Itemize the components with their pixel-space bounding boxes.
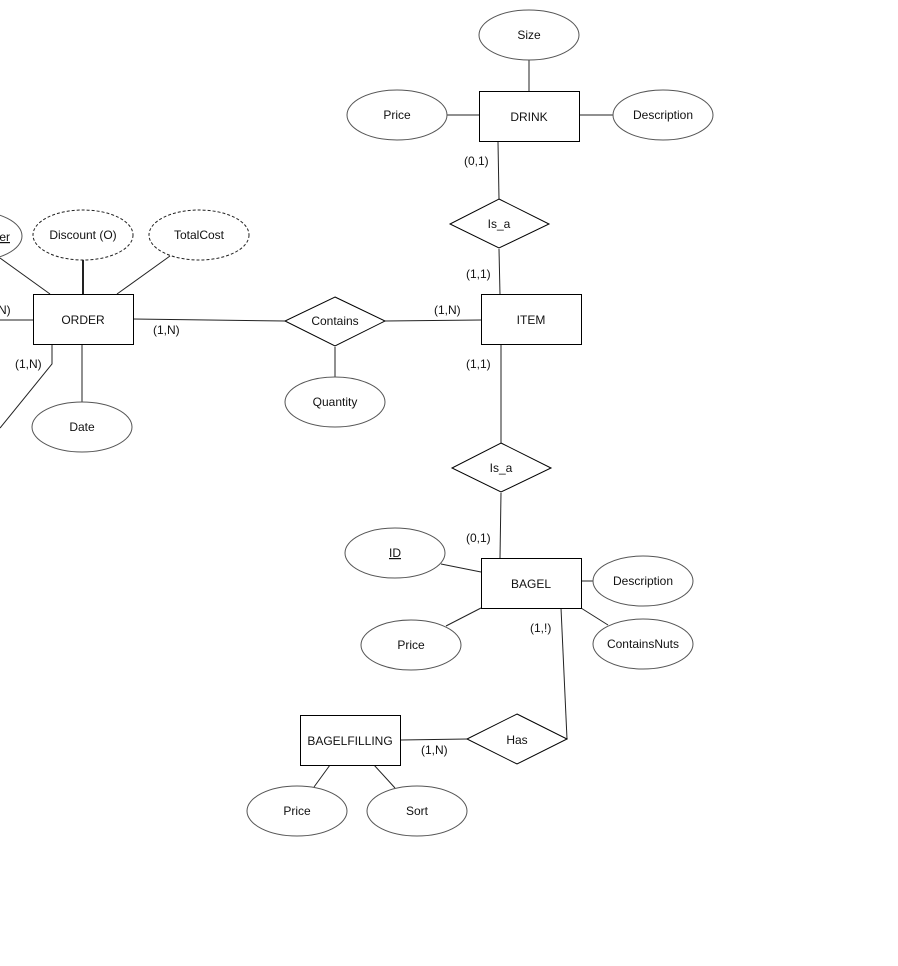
attribute-order-date[interactable]: Date	[31, 401, 133, 453]
attribute-order-discount-label: Discount (O)	[49, 228, 116, 242]
attribute-filling-price-label: Price	[283, 804, 311, 818]
entity-item-label: ITEM	[517, 313, 546, 327]
entity-bagelfilling[interactable]: BAGELFILLING	[300, 715, 401, 766]
edge-bagel-has	[560, 607, 568, 740]
attribute-bagel-containsnuts-label: ContainsNuts	[607, 637, 679, 651]
relationship-isa-bagel[interactable]: Is_a	[450, 442, 553, 493]
attribute-drink-description-label: Description	[633, 108, 693, 122]
attribute-drink-description[interactable]: Description	[612, 89, 714, 141]
attribute-order-totalcost[interactable]: TotalCost	[148, 209, 250, 261]
er-diagram-canvas: ORDER ITEM DRINK BAGEL BAGELFILLING Cont…	[0, 9, 714, 837]
cardinality-order-contains: (1,N)	[153, 323, 180, 337]
entity-order-label: ORDER	[61, 313, 105, 327]
edge-bagel-price	[445, 607, 482, 627]
attribute-order-discount[interactable]: Discount (O)	[32, 209, 134, 261]
attribute-bagel-price[interactable]: Price	[360, 619, 462, 671]
edge-contains-item	[384, 319, 482, 322]
cardinality-item-isa-drink: (1,1)	[466, 267, 491, 281]
edge-filling-sort	[373, 764, 396, 789]
attribute-bagel-description-label: Description	[613, 574, 673, 588]
attribute-bagel-id[interactable]: ID	[344, 527, 446, 579]
attribute-contains-quantity-label: Quantity	[313, 395, 358, 409]
attribute-drink-size[interactable]: Size	[478, 9, 580, 61]
cardinality-drink-isa: (0,1)	[464, 154, 489, 168]
entity-bagel-label: BAGEL	[511, 577, 551, 591]
edge-isa-item	[498, 248, 501, 296]
cardinality-order-bottom-left: (1,N)	[15, 357, 42, 371]
cardinality-bagel-has: (1,!)	[530, 621, 551, 635]
entity-drink[interactable]: DRINK	[479, 91, 580, 142]
edge-order-partial-key	[0, 257, 51, 295]
edge-bagel-id	[440, 563, 482, 573]
relationship-contains-label: Contains	[311, 314, 358, 328]
entity-item[interactable]: ITEM	[481, 294, 582, 345]
attribute-drink-price[interactable]: Price	[346, 89, 448, 141]
entity-drink-label: DRINK	[510, 110, 547, 124]
attribute-order-totalcost-label: TotalCost	[174, 228, 225, 242]
attribute-bagel-description[interactable]: Description	[592, 555, 694, 607]
attribute-bagel-id-label: ID	[389, 546, 401, 560]
relationship-isa-drink[interactable]: Is_a	[448, 198, 551, 249]
attribute-contains-quantity[interactable]: Quantity	[284, 376, 386, 428]
edge-filling-price	[313, 764, 331, 788]
attribute-order-partial-key[interactable]: er	[0, 211, 23, 261]
attribute-drink-size-label: Size	[517, 28, 541, 42]
relationship-contains[interactable]: Contains	[283, 296, 387, 347]
relationship-isa-drink-label: Is_a	[488, 217, 511, 231]
attribute-filling-sort[interactable]: Sort	[366, 785, 468, 837]
attribute-order-partial-key-label: er	[0, 230, 10, 244]
cardinality-bagelfilling-has: (1,N)	[421, 743, 448, 757]
edge-bagel-containsnuts	[580, 607, 609, 626]
cardinality-order-left: N)	[0, 303, 11, 317]
edge-order-contains	[132, 318, 286, 322]
relationship-has[interactable]: Has	[465, 713, 569, 765]
relationship-has-label: Has	[506, 733, 527, 747]
edge-drink-isa	[497, 141, 500, 200]
attribute-bagel-price-label: Price	[397, 638, 425, 652]
entity-order[interactable]: ORDER	[33, 294, 134, 345]
relationship-isa-bagel-label: Is_a	[490, 461, 513, 475]
attribute-drink-price-label: Price	[383, 108, 411, 122]
attribute-order-date-label: Date	[69, 420, 95, 434]
attribute-filling-price[interactable]: Price	[246, 785, 348, 837]
edge-order-totalcost	[116, 255, 171, 295]
cardinality-item-isa-bagel: (1,1)	[466, 357, 491, 371]
edge-has-bagelfilling	[400, 738, 468, 741]
edge-isa-bagel	[499, 492, 502, 559]
entity-bagel[interactable]: BAGEL	[481, 558, 582, 609]
attribute-bagel-containsnuts[interactable]: ContainsNuts	[592, 618, 694, 670]
attribute-filling-sort-label: Sort	[406, 804, 429, 818]
entity-bagelfilling-label: BAGELFILLING	[307, 734, 392, 748]
cardinality-item-contains: (1,N)	[434, 303, 461, 317]
cardinality-bagel-isa: (0,1)	[466, 531, 491, 545]
